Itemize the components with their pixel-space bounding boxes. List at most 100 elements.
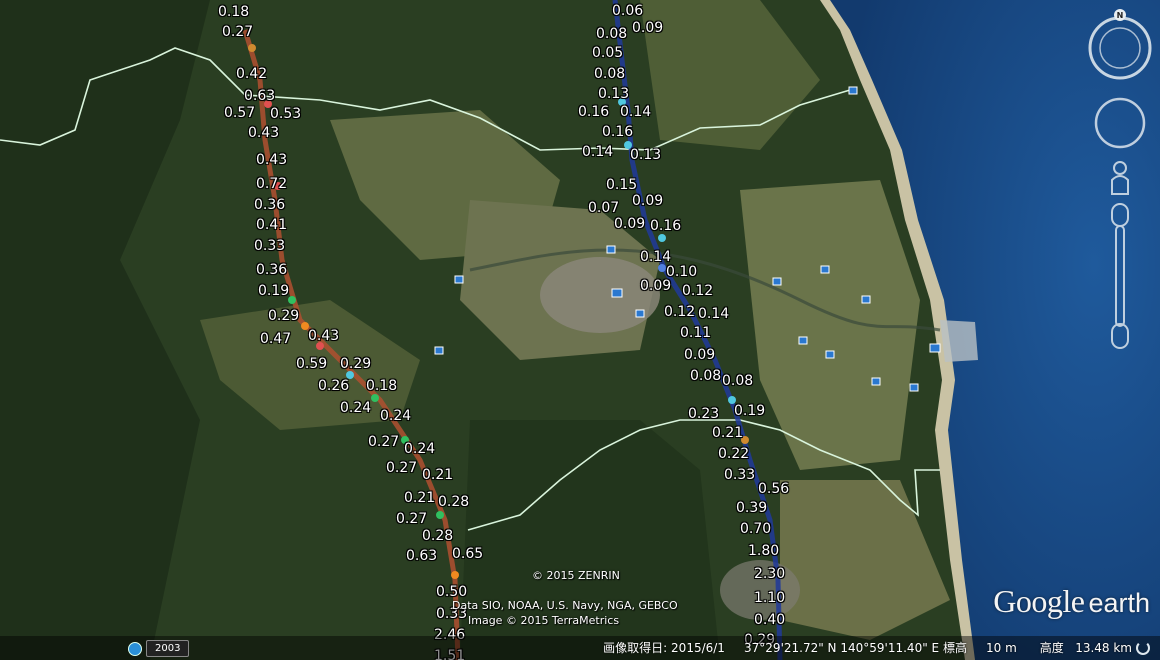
- longitude: 140°59'11.40" E: [840, 641, 940, 655]
- elevation: 10 m: [986, 641, 1017, 655]
- east-track-label: 0.09: [632, 20, 664, 36]
- west-track-label: 0.19: [258, 283, 290, 299]
- harbor: [940, 320, 978, 362]
- clock-icon: [128, 641, 142, 656]
- zoom-slider[interactable]: [1111, 203, 1129, 349]
- east-track-label: 0.06: [612, 3, 644, 19]
- west-track-label: 0.63: [244, 88, 276, 104]
- altitude-label: 高度: [1039, 641, 1064, 655]
- east-track-label: 0.08: [596, 26, 628, 42]
- west-track-label: 0.43: [248, 125, 280, 141]
- west-track-label: 0.27: [386, 460, 418, 476]
- west-track-label: 0.18: [366, 378, 398, 394]
- east-track-label: 0.14: [698, 306, 730, 322]
- altitude: 13.48 km: [1075, 641, 1132, 655]
- historical-imagery-button[interactable]: 2003: [128, 640, 190, 657]
- west-track-label: 0.63: [406, 548, 438, 564]
- data-sources-credit: Data SIO, NOAA, U.S. Navy, NGA, GEBCO: [452, 599, 678, 612]
- east-track-label: 2.30: [754, 566, 786, 582]
- west-track-label: 0.50: [436, 584, 468, 600]
- west-track-label: 0.28: [422, 528, 454, 544]
- pegman-icon[interactable]: [1111, 161, 1129, 195]
- east-track-label: 0.39: [736, 500, 768, 516]
- imagery-date: 2015/6/1: [671, 641, 725, 655]
- latitude: 37°29'21.72" N: [744, 641, 837, 655]
- east-track-label: 0.23: [688, 406, 720, 422]
- east-track-label: 0.08: [722, 373, 754, 389]
- loading-icon: [1136, 641, 1150, 655]
- east-track-label: 0.08: [594, 66, 626, 82]
- north-label: N: [1117, 11, 1124, 20]
- east-track-label: 0.13: [630, 147, 662, 163]
- west-track-label: 0.24: [340, 400, 372, 416]
- east-track-label: 0.09: [632, 193, 664, 209]
- east-track-label: 0.09: [640, 278, 672, 294]
- zoom-track: [1115, 225, 1125, 327]
- west-track-label: 0.24: [404, 441, 436, 457]
- navigation-controls[interactable]: N: [1088, 6, 1152, 356]
- east-track-label: 0.40: [754, 612, 786, 628]
- east-track-label: 0.11: [680, 325, 712, 341]
- east-track-label: 0.12: [682, 283, 714, 299]
- zoom-out-icon: [1111, 323, 1129, 349]
- west-track-label: 0.18: [218, 4, 250, 20]
- east-track-label: 0.15: [606, 177, 638, 193]
- west-track-label: 0.29: [268, 308, 300, 324]
- west-track-label: 0.21: [422, 467, 454, 483]
- east-track-label: 1.10: [754, 590, 786, 606]
- east-track-label: 0.09: [614, 216, 646, 232]
- status-bar: 2003 画像取得日: 2015/6/1 37°29'21.72" N 140°…: [0, 636, 1160, 660]
- logo-earth-text: earth: [1088, 588, 1150, 618]
- west-track-label: 0.27: [368, 434, 400, 450]
- west-track-label: 0.65: [452, 546, 484, 562]
- east-track-label: 0.33: [724, 467, 756, 483]
- west-track-label: 0.33: [254, 238, 286, 254]
- west-track-label: 0.72: [256, 176, 288, 192]
- elevation-label: 標高: [942, 641, 967, 655]
- east-track-label: 0.13: [598, 86, 630, 102]
- west-track-label: 0.29: [340, 356, 372, 372]
- west-track-label: 0.57: [224, 105, 256, 121]
- history-year: 2003: [146, 640, 190, 657]
- east-track-label: 0.14: [582, 144, 614, 160]
- status-readout: 画像取得日: 2015/6/1 37°29'21.72" N 140°59'11…: [603, 639, 1132, 656]
- east-track-label: 0.56: [758, 481, 790, 497]
- look-joystick-icon[interactable]: [1094, 97, 1146, 149]
- zoom-in-icon: [1111, 203, 1129, 227]
- east-track-label: 0.09: [684, 347, 716, 363]
- west-track-label: 0.27: [396, 511, 428, 527]
- east-track-label: 0.07: [588, 200, 620, 216]
- west-track-label: 0.24: [380, 408, 412, 424]
- satellite-imagery: [0, 0, 1160, 660]
- west-track-label: 0.36: [256, 262, 288, 278]
- east-track-label: 0.08: [690, 368, 722, 384]
- west-track-label: 0.47: [260, 331, 292, 347]
- west-track-label: 0.43: [256, 152, 288, 168]
- west-track-label: 0.28: [438, 494, 470, 510]
- east-track-label: 0.14: [640, 249, 672, 265]
- urban-area: [540, 257, 660, 333]
- west-track-label: 0.42: [236, 66, 268, 82]
- west-track-label: 0.36: [254, 197, 286, 213]
- east-track-label: 0.14: [620, 104, 652, 120]
- west-track-label: 0.53: [270, 106, 302, 122]
- west-track-label: 0.26: [318, 378, 350, 394]
- east-track-label: 0.12: [664, 304, 696, 320]
- google-earth-logo: Google earth: [993, 583, 1150, 620]
- compass-ring[interactable]: N: [1088, 9, 1152, 80]
- east-track-label: 0.05: [592, 45, 624, 61]
- map-viewport[interactable]: 0.18 0.27 0.42 0.63 0.57 0.53 0.43 0.43 0.72 0.36…: [0, 0, 1160, 660]
- image-credit: Image © 2015 TerraMetrics: [468, 614, 620, 627]
- east-track-label: 0.70: [740, 521, 772, 537]
- east-track-label: 0.16: [578, 104, 610, 120]
- west-track-label: 0.21: [404, 490, 436, 506]
- logo-google-text: Google: [993, 583, 1085, 619]
- west-track-label: 0.43: [308, 328, 340, 344]
- east-track-label: 0.21: [712, 425, 744, 441]
- east-track-label: 0.22: [718, 446, 750, 462]
- east-track-label: 1.80: [748, 543, 780, 559]
- east-track-label: 0.16: [602, 124, 634, 140]
- imagery-date-label: 画像取得日:: [603, 641, 668, 655]
- east-track-label: 0.16: [650, 218, 682, 234]
- east-track-label: 0.19: [734, 403, 766, 419]
